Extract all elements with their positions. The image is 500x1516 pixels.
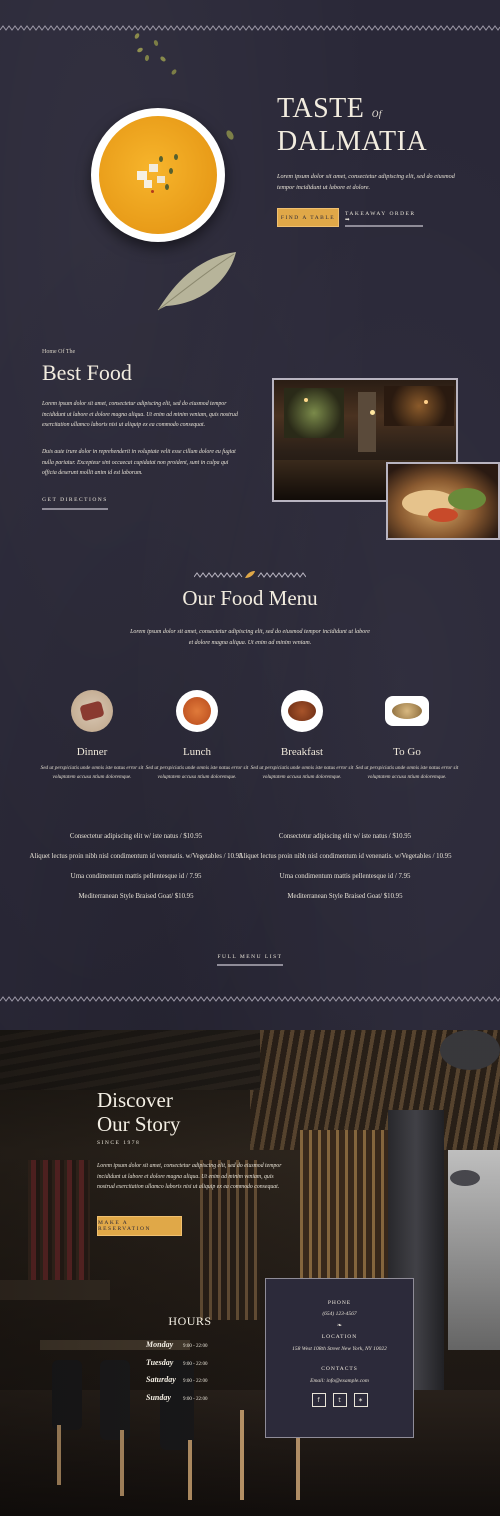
hours-row: Monday 9:00 - 22:00 [146, 1340, 256, 1358]
story-text: Lorem ipsum dolor sit amet, consectetur … [97, 1163, 282, 1190]
hero-title-of: Of [371, 109, 382, 119]
location-address: 158 West 108th Street New York, NY 10022 [292, 1346, 387, 1352]
make-a-reservation-button[interactable]: MAKE A RESERVATION [97, 1216, 182, 1236]
soup-bowl-image [91, 108, 225, 242]
best-food-eyebrow: Home Of The [42, 349, 76, 355]
restaurant-photo-background [0, 1030, 500, 1516]
hours-day: Saturday [146, 1375, 176, 1384]
hours-time: 9:00 - 22:00 [183, 1396, 208, 1402]
category-title: Breakfast [280, 746, 324, 758]
top-zigzag-divider [0, 25, 500, 31]
category-description: Sed ut perspiciatis unde omnis iste natu… [355, 765, 459, 780]
get-directions-button[interactable]: GET DIRECTIONS [42, 492, 108, 510]
bottom-zigzag-divider [0, 996, 500, 1002]
to-go-dish-image [385, 696, 429, 726]
pumpkin-seeds-decoration [134, 33, 177, 75]
menu-item: Aliquet lectus proin nibh nisl condiment… [29, 853, 243, 860]
category-description: Sed ut perspiciatis unde omnis iste natu… [250, 765, 354, 780]
soup [99, 116, 217, 234]
menu-items-right: Consectetur adipiscing elit w/ iste natu… [230, 831, 460, 902]
story-title-line2: Our Story [97, 1112, 181, 1136]
best-food-paragraph-1: Lorem ipsum dolor sit amet, consectetur … [42, 401, 238, 428]
hours-row: Sunday 9:00 - 22:00 [146, 1393, 256, 1411]
hero-title-line2: DALMATIA [277, 126, 428, 157]
hours-day: Sunday [146, 1392, 171, 1402]
twitter-icon[interactable]: t [332, 1393, 347, 1407]
dinner-dish-image [71, 690, 113, 732]
contacts-label: CONTACTS [321, 1366, 358, 1372]
menu-item: Aliquet lectus proin nibh nisl condiment… [238, 853, 452, 860]
category-breakfast[interactable]: Breakfast Sed ut perspiciatis unde omnis… [250, 690, 354, 781]
story-since: SINCE 1978 [97, 1140, 141, 1146]
contact-card: PHONE (654) 123-4567 ❧ LOCATION 158 West… [265, 1278, 414, 1438]
category-to-go[interactable]: To Go Sed ut perspiciatis unde omnis ist… [355, 690, 459, 781]
facebook-icon[interactable]: f [311, 1393, 326, 1407]
menu-item: Mediterranean Style Braised Goat/ $10.95 [78, 893, 194, 900]
social-links: f t ✶ [266, 1393, 413, 1407]
lunch-dish-image [176, 690, 218, 732]
category-description: Sed ut perspiciatis unde omnis iste natu… [145, 765, 249, 780]
seed-decoration [226, 130, 234, 140]
hero-title: TASTE Of DALMATIA [277, 95, 427, 156]
category-title: To Go [393, 746, 421, 758]
story-title-line1: Discover [97, 1088, 173, 1112]
page: TASTE Of DALMATIA Lorem ipsum dolor sit … [0, 0, 500, 1516]
phone-label: PHONE [327, 1300, 352, 1306]
hours-time: 9:00 - 22:00 [183, 1344, 208, 1349]
leaf-icon: ❧ [336, 1322, 343, 1329]
best-food-title: Best Food [42, 360, 132, 385]
full-menu-list-button[interactable]: FULL MENU LIST [217, 949, 283, 966]
hours-day: Monday [146, 1340, 174, 1349]
menu-item: Urna condimentum mattis pellentesque id … [279, 873, 411, 880]
hours-row: Saturday 9:00 - 22:00 [146, 1375, 256, 1393]
menu-items-left: Consectetur adipiscing elit w/ iste natu… [21, 831, 251, 902]
category-description: Sed ut perspiciatis unde omnis iste natu… [40, 765, 144, 780]
hours-list: Monday 9:00 - 22:00 Tuesday 9:00 - 22:00… [146, 1340, 256, 1410]
menu-item: Urna condimentum mattis pellentesque id … [70, 873, 202, 880]
location-label: LOCATION [321, 1334, 358, 1340]
find-a-table-button[interactable]: FIND A TABLE [277, 208, 339, 227]
hero-title-line1: TASTE [277, 93, 365, 124]
menu-ornament [194, 571, 306, 578]
category-lunch[interactable]: Lunch Sed ut perspiciatis unde omnis ist… [145, 690, 249, 781]
hours-title: HOURS [168, 1314, 212, 1328]
takeaway-order-button[interactable]: TAKEAWAY ORDER ➡ [345, 208, 423, 227]
menu-intro: Lorem ipsum dolor sit amet, consectetur … [130, 629, 370, 646]
best-food-paragraph-2: Duis aute irure dolor in reprehenderit i… [42, 449, 236, 476]
breakfast-dish-image [281, 690, 323, 732]
menu-item: Consectetur adipiscing elit w/ iste natu… [69, 833, 203, 840]
category-title: Lunch [182, 746, 212, 758]
hours-time: 9:00 - 22:00 [183, 1361, 208, 1367]
hours-row: Tuesday 9:00 - 22:00 [146, 1358, 256, 1376]
menu-item: Mediterranean Style Braised Goat/ $10.95 [287, 893, 403, 900]
food-plate-image [386, 462, 500, 540]
yelp-icon[interactable]: ✶ [353, 1393, 368, 1407]
menu-title: Our Food Menu [182, 586, 318, 610]
hours-time: 9:00 - 22:00 [183, 1379, 208, 1384]
contact-email[interactable]: Email: info@example.com [266, 1378, 413, 1384]
bay-leaf-decoration [157, 252, 236, 311]
menu-item: Consectetur adipiscing elit w/ iste natu… [278, 833, 412, 840]
category-title: Dinner [76, 746, 108, 758]
category-dinner[interactable]: Dinner Sed ut perspiciatis unde omnis is… [40, 690, 144, 781]
phone-number[interactable]: (654) 123-4567 [266, 1311, 413, 1317]
hours-day: Tuesday [146, 1357, 174, 1367]
story-title: Discover Our Story [97, 1088, 180, 1136]
hero-text: Lorem ipsum dolor sit amet, consectetur … [277, 173, 455, 191]
